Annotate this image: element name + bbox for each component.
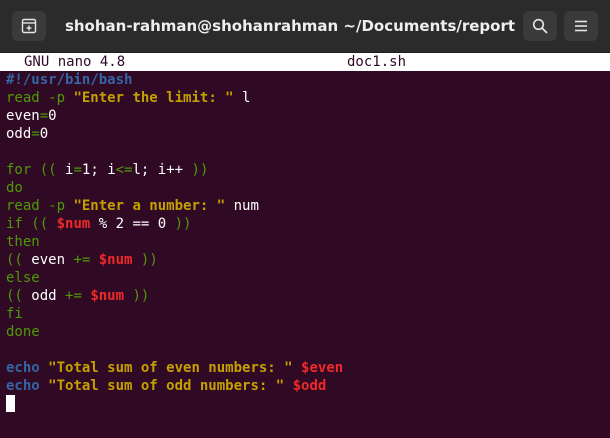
code-number: 1; bbox=[81, 162, 99, 178]
code-line: fi bbox=[6, 305, 343, 323]
code-flag: -p bbox=[48, 198, 66, 214]
code-line: if (( $num % 2 == 0 )) bbox=[6, 215, 343, 233]
code-paren: )) bbox=[174, 216, 192, 232]
code-line: read -p "Enter the limit: " l bbox=[6, 89, 343, 107]
code-operator: = bbox=[73, 162, 82, 178]
code-line: (( even += $num )) bbox=[6, 251, 343, 269]
search-icon bbox=[532, 18, 548, 34]
code-keyword: then bbox=[6, 234, 40, 250]
code-keyword: read bbox=[6, 90, 40, 106]
code-identifier: even bbox=[31, 252, 66, 268]
editor-area[interactable]: #!/usr/bin/bash read -p "Enter the limit… bbox=[6, 71, 343, 413]
code-string: "Enter a number: " bbox=[73, 198, 226, 214]
code-paren: )) bbox=[140, 252, 158, 268]
code-line: odd=0 bbox=[6, 125, 343, 143]
code-keyword: fi bbox=[6, 306, 23, 322]
code-keyword: for bbox=[6, 162, 32, 178]
code-shebang: #!/usr/bin/bash bbox=[6, 72, 133, 88]
code-identifier: i bbox=[107, 162, 116, 178]
code-line: (( odd += $num )) bbox=[6, 287, 343, 305]
window-title: shohan-rahman@shohanrahman ~/Documents/r… bbox=[64, 17, 516, 35]
code-paren: )) bbox=[132, 288, 150, 304]
code-variable: $odd bbox=[292, 378, 327, 394]
code-builtin: echo bbox=[6, 360, 40, 376]
code-line: done bbox=[6, 323, 343, 341]
code-identifier: l; bbox=[132, 162, 150, 178]
code-paren: (( bbox=[39, 162, 57, 178]
code-line: do bbox=[6, 179, 343, 197]
code-line: echo "Total sum of even numbers: " $even bbox=[6, 359, 343, 377]
code-keyword: done bbox=[6, 324, 40, 340]
nano-filename: doc1.sh bbox=[347, 54, 407, 70]
code-operator: <= bbox=[115, 162, 133, 178]
code-identifier: l bbox=[242, 90, 251, 106]
menu-button[interactable] bbox=[564, 11, 598, 41]
code-operator: += bbox=[65, 288, 82, 304]
code-keyword: if bbox=[6, 216, 23, 232]
code-line: echo "Total sum of odd numbers: " $odd bbox=[6, 377, 343, 395]
code-operator: = bbox=[39, 108, 49, 124]
code-operator: = bbox=[31, 126, 40, 142]
code-keyword: read bbox=[6, 198, 40, 214]
new-tab-icon bbox=[21, 18, 37, 34]
code-line: for (( i=1; i<=l; i++ )) bbox=[6, 161, 343, 179]
code-line: read -p "Enter a number: " num bbox=[6, 197, 343, 215]
code-identifier: num bbox=[233, 198, 259, 214]
code-paren: )) bbox=[191, 162, 209, 178]
code-string: "Total sum of even numbers: " bbox=[48, 360, 293, 376]
code-operator: += bbox=[73, 252, 91, 268]
code-string: "Enter the limit: " bbox=[73, 90, 234, 106]
text-cursor bbox=[6, 395, 15, 412]
code-number: 0 bbox=[39, 126, 49, 142]
code-variable: $num bbox=[98, 252, 133, 268]
nano-header-bar: GNU nano 4.8 doc1.sh bbox=[0, 53, 610, 71]
code-paren: (( bbox=[6, 252, 23, 268]
code-line: #!/usr/bin/bash bbox=[6, 71, 343, 89]
code-variable: $even bbox=[301, 360, 344, 376]
code-line: then bbox=[6, 233, 343, 251]
code-keyword: do bbox=[6, 180, 23, 196]
new-tab-button[interactable] bbox=[12, 11, 46, 41]
code-variable: $num bbox=[56, 216, 91, 232]
code-expression: % 2 == 0 bbox=[98, 216, 167, 232]
code-number: 0 bbox=[48, 108, 57, 124]
code-builtin: echo bbox=[6, 378, 40, 394]
code-paren: (( bbox=[31, 216, 49, 232]
code-identifier: odd bbox=[6, 126, 32, 142]
code-line: even=0 bbox=[6, 107, 343, 125]
code-string: "Total sum of odd numbers: " bbox=[48, 378, 285, 394]
hamburger-menu-icon bbox=[575, 20, 587, 32]
search-button[interactable] bbox=[523, 11, 557, 41]
code-variable: $num bbox=[90, 288, 125, 304]
code-flag: -p bbox=[48, 90, 66, 106]
code-identifier: even bbox=[6, 108, 40, 124]
code-keyword: else bbox=[6, 270, 40, 286]
window-titlebar: shohan-rahman@shohanrahman ~/Documents/r… bbox=[0, 0, 610, 53]
code-line-cursor bbox=[6, 395, 343, 413]
code-identifier: odd bbox=[31, 288, 57, 304]
nano-version: GNU nano 4.8 bbox=[24, 54, 126, 70]
code-paren: (( bbox=[6, 288, 23, 304]
code-line: else bbox=[6, 269, 343, 287]
code-identifier: i++ bbox=[157, 162, 184, 178]
